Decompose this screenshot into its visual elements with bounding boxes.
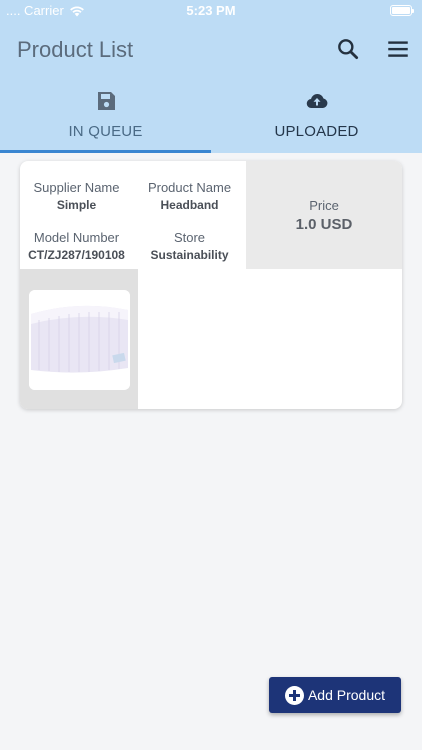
supplier-field: Supplier Name Simple	[20, 180, 133, 212]
status-time: 5:23 PM	[186, 3, 236, 18]
status-bar: .... Carrier 5:23 PM	[0, 0, 422, 22]
save-icon	[97, 92, 115, 110]
price-value: 1.0 USD	[295, 216, 353, 233]
supplier-value: Simple	[56, 198, 97, 212]
search-icon[interactable]	[335, 36, 361, 62]
add-circle-icon	[284, 685, 304, 705]
tab-uploaded-label: UPLOADED	[274, 123, 359, 140]
price-label: Price	[309, 198, 339, 213]
tab-indicator	[0, 150, 211, 153]
model-label: Model Number	[33, 230, 120, 245]
tab-uploaded[interactable]: UPLOADED	[211, 82, 422, 153]
model-field: Model Number CT/ZJ287/190108	[20, 230, 133, 262]
store-field: Store Sustainability	[133, 230, 246, 262]
product-info: Supplier Name Simple Product Name Headba…	[20, 161, 246, 269]
tab-in-queue-label: IN QUEUE	[68, 123, 143, 140]
page-title: Product List	[17, 37, 134, 62]
product-name-label: Product Name	[147, 180, 232, 195]
supplier-label: Supplier Name	[33, 180, 120, 195]
store-label: Store	[173, 230, 206, 245]
headband-photo	[29, 290, 130, 390]
cloud-upload-icon	[306, 94, 327, 109]
store-value: Sustainability	[150, 248, 229, 262]
product-card[interactable]: Supplier Name Simple Product Name Headba…	[20, 161, 402, 409]
battery-icon	[390, 5, 414, 16]
app-header: Product List IN QUEUE UPLOADED	[0, 22, 422, 153]
tab-in-queue[interactable]: IN QUEUE	[0, 82, 211, 153]
product-name-value: Headband	[160, 198, 219, 212]
price-box: Price 1.0 USD	[246, 161, 402, 269]
product-image-area	[20, 269, 138, 409]
tab-bar: IN QUEUE UPLOADED	[0, 82, 422, 153]
product-name-field: Product Name Headband	[133, 180, 246, 212]
model-value: CT/ZJ287/190108	[28, 248, 125, 262]
add-product-label: Add Product	[307, 687, 386, 703]
add-product-button[interactable]: Add Product	[269, 677, 401, 713]
menu-icon[interactable]	[385, 36, 411, 62]
product-thumbnail[interactable]	[29, 290, 130, 390]
